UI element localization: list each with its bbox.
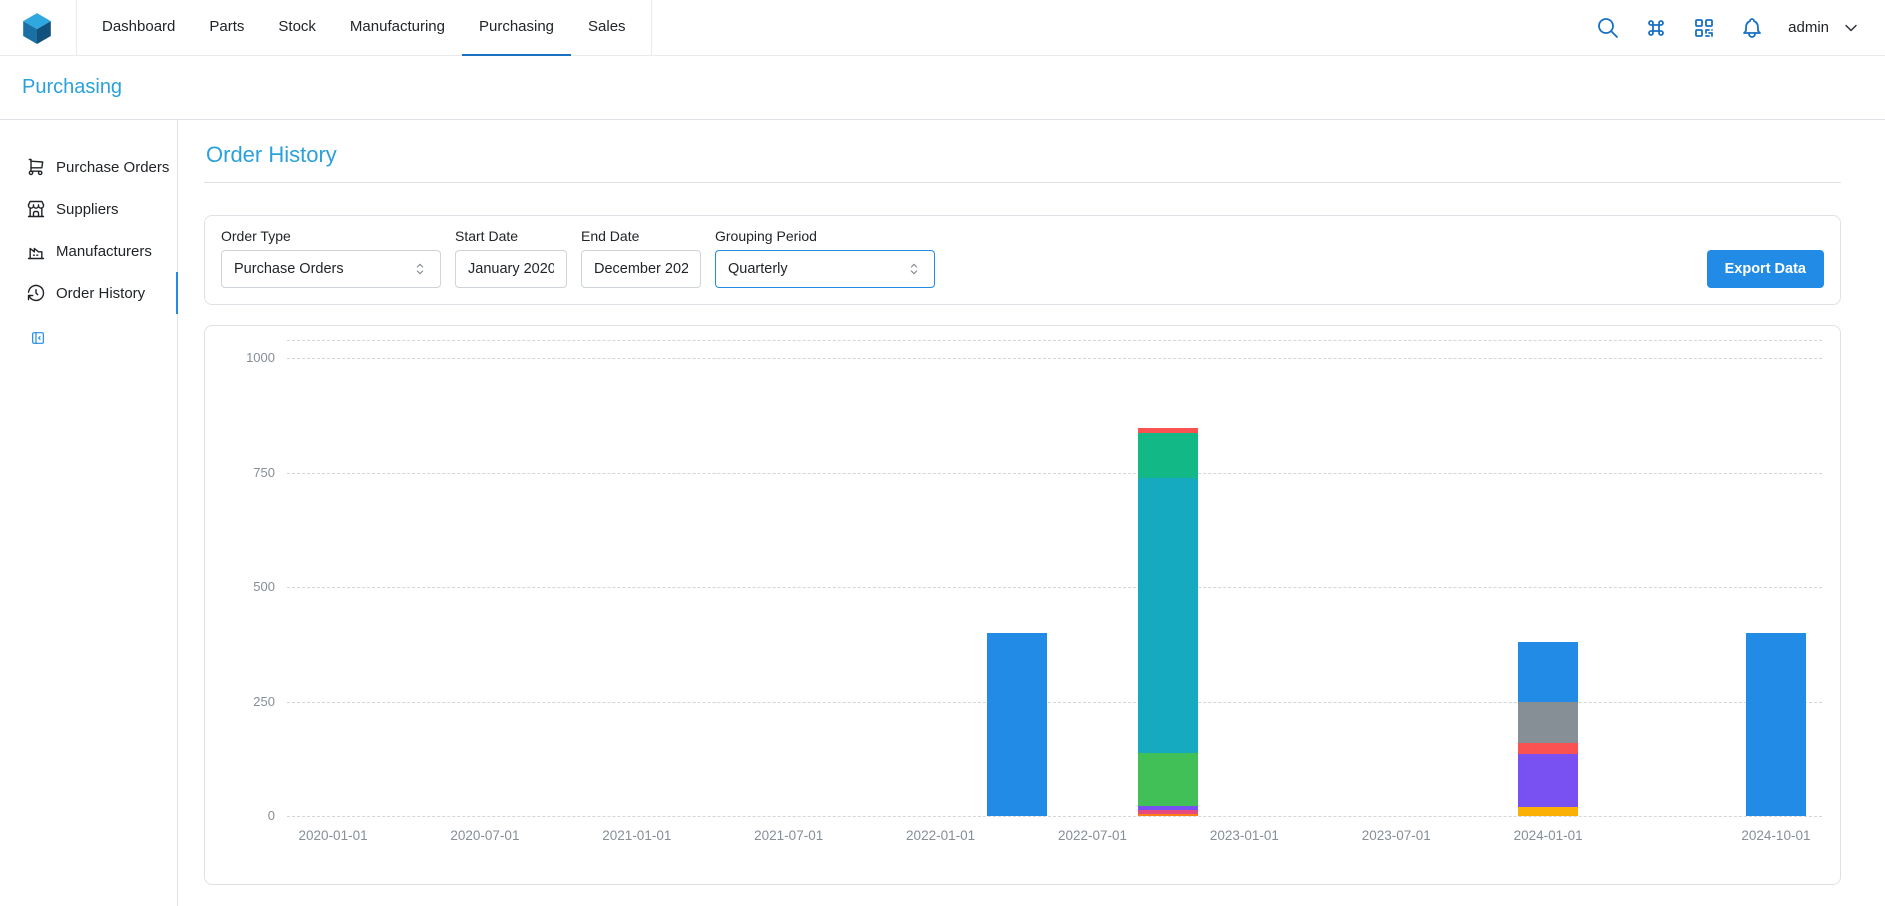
filter-panel: Order Type Purchase Orders Start Date [204,215,1841,305]
main-nav-tabs: Dashboard Parts Stock Manufacturing Purc… [76,0,652,56]
app-logo[interactable] [20,11,54,45]
export-data-button[interactable]: Export Data [1707,250,1824,288]
order-type-field: Order Type Purchase Orders [221,228,441,288]
chart-panel: 02505007501000 2020-01-012020-07-012021-… [204,325,1841,885]
order-type-value: Purchase Orders [234,261,344,277]
bar-segment [1518,807,1578,816]
selector-chevrons-icon [906,261,922,277]
grouping-period-field: Grouping Period Quarterly [715,228,935,288]
tab-dashboard[interactable]: Dashboard [85,0,192,56]
x-tick-label: 2022-01-01 [881,828,1001,843]
x-tick-label: 2023-07-01 [1336,828,1456,843]
export-wrap: Export Data [1707,228,1824,288]
command-icon[interactable] [1644,16,1668,40]
search-icon[interactable] [1596,16,1620,40]
start-date-input[interactable] [455,250,567,288]
gridline [287,816,1822,817]
user-menu[interactable]: admin [1788,18,1861,38]
collapse-sidebar-icon[interactable] [30,330,46,346]
grouping-period-label: Grouping Period [715,228,935,244]
tab-manufacturing[interactable]: Manufacturing [333,0,462,56]
bar-segment [1518,642,1578,702]
sidebar-item-label: Purchase Orders [56,159,169,176]
bar-segment [1138,753,1198,806]
chart-bar-2022-04-01[interactable] [987,633,1047,816]
factory-icon [26,241,46,261]
start-date-label: Start Date [455,228,567,244]
bar-segment [1746,633,1806,816]
navbar-actions: admin [1596,16,1865,40]
top-navbar: Dashboard Parts Stock Manufacturing Purc… [0,0,1885,56]
grouping-period-select[interactable]: Quarterly [715,250,935,288]
bar-segment [1518,743,1578,754]
sidebar-item-purchase-orders[interactable]: Purchase Orders [0,146,177,188]
chart-inner: 02505007501000 2020-01-012020-07-012021-… [223,340,1822,816]
sidebar-item-manufacturers[interactable]: Manufacturers [0,230,177,272]
tab-parts[interactable]: Parts [192,0,261,56]
sidebar: Purchase Orders Suppliers Manufa [0,120,178,906]
breadcrumb-purchasing-link[interactable]: Purchasing [22,76,122,99]
gridline [287,587,1822,588]
y-tick-label: 0 [223,808,275,823]
y-axis: 02505007501000 [223,340,287,816]
x-tick-label: 2024-10-01 [1716,828,1836,843]
sidebar-item-suppliers[interactable]: Suppliers [0,188,177,230]
bar-segment [1138,478,1198,753]
y-tick-label: 250 [223,694,275,709]
selector-chevrons-icon [412,261,428,277]
tab-sales[interactable]: Sales [571,0,643,56]
plot-area: 2020-01-012020-07-012021-01-012021-07-01… [287,340,1822,816]
shopping-cart-icon [26,157,46,177]
username: admin [1788,19,1829,36]
main-panel: Order History Order Type Purchase Orders [178,120,1885,906]
end-date-label: End Date [581,228,701,244]
gridline [287,340,1822,341]
sidebar-item-label: Order History [56,285,145,302]
start-date-field: Start Date [455,228,567,288]
end-date-field: End Date [581,228,701,288]
title-divider [204,182,1841,183]
sidebar-item-order-history[interactable]: Order History [0,272,177,314]
gridline [287,702,1822,703]
y-tick-label: 500 [223,579,275,594]
order-type-select[interactable]: Purchase Orders [221,250,441,288]
bar-segment [987,633,1047,816]
grouping-period-value: Quarterly [728,261,788,277]
y-tick-label: 1000 [223,350,275,365]
x-tick-label: 2021-01-01 [577,828,697,843]
end-date-input[interactable] [581,250,701,288]
sidebar-item-label: Suppliers [56,201,119,218]
x-tick-label: 2023-01-01 [1184,828,1304,843]
x-tick-label: 2020-07-01 [425,828,545,843]
x-tick-label: 2024-01-01 [1488,828,1608,843]
gridline [287,473,1822,474]
order-type-label: Order Type [221,228,441,244]
bell-icon[interactable] [1740,16,1764,40]
tab-purchasing[interactable]: Purchasing [462,0,571,56]
x-tick-label: 2022-07-01 [1032,828,1152,843]
content-area: Purchase Orders Suppliers Manufa [0,120,1885,906]
x-tick-label: 2021-07-01 [729,828,849,843]
page-title: Order History [206,142,1841,168]
y-tick-label: 750 [223,465,275,480]
chart-bar-2022-10-01[interactable] [1138,428,1198,816]
history-icon [26,283,46,303]
gridline [287,358,1822,359]
logo-cube-icon [20,11,54,45]
tab-stock[interactable]: Stock [261,0,333,56]
bar-segment [1138,433,1198,479]
bar-segment [1138,814,1198,816]
bar-segment [1518,702,1578,743]
chart-bar-2024-10-01[interactable] [1746,633,1806,816]
bar-segment [1518,754,1578,807]
qrcode-scan-icon[interactable] [1692,16,1716,40]
x-tick-label: 2020-01-01 [273,828,393,843]
breadcrumb: Purchasing [0,56,1885,120]
building-store-icon [26,199,46,219]
app-root: Dashboard Parts Stock Manufacturing Purc… [0,0,1885,906]
chevron-down-icon [1841,18,1861,38]
chart-bar-2024-01-01[interactable] [1518,642,1578,816]
sidebar-item-label: Manufacturers [56,243,152,260]
